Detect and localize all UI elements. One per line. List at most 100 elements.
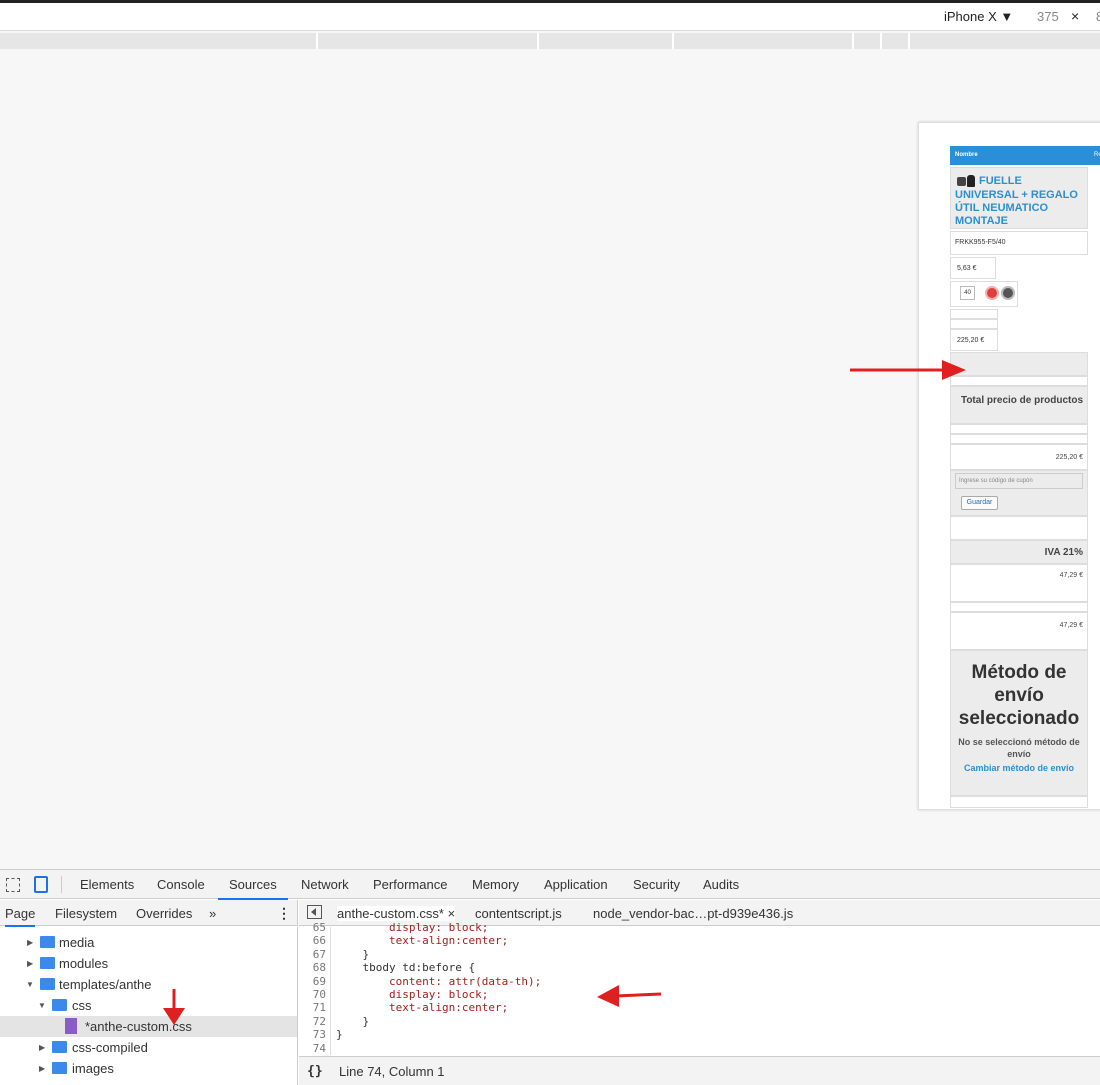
red-arrow-right-icon [850, 360, 966, 380]
quantity-input[interactable]: 40 [960, 286, 975, 300]
media-query-segment[interactable] [880, 33, 882, 49]
line-number: 67 [312, 947, 326, 961]
tax-value-cell: 47,29 € [950, 564, 1088, 602]
editor-tab-node-vendor[interactable]: node_vendor-bac…pt-d939e436.js [593, 906, 793, 921]
coupon-input[interactable]: Ingrese su código de cupón [955, 473, 1083, 489]
tab-sources[interactable]: Sources [218, 877, 288, 900]
close-tab-icon[interactable]: × [448, 906, 456, 921]
dimension-separator: × [1071, 8, 1080, 24]
line-number: 65 [312, 921, 326, 934]
empty-cell [950, 309, 998, 319]
media-query-segment[interactable] [908, 33, 910, 49]
folder-icon [52, 999, 67, 1011]
line-number: 70 [312, 987, 326, 1001]
code-line: text-align:center; [336, 934, 509, 948]
line-number: 71 [312, 1001, 326, 1015]
device-select[interactable]: iPhone X ▼ [944, 9, 1013, 24]
line-number-gutter: 65 66 67 68 69 70 71 72 73 74 [299, 921, 331, 1055]
editor-tab-contentscript[interactable]: contentscript.js [475, 906, 562, 921]
tree-item-modules[interactable]: ▶ modules [0, 953, 297, 974]
toggle-navigator-icon[interactable] [307, 905, 322, 919]
empty-cell [950, 434, 1088, 444]
line-number: 74 [312, 1041, 326, 1055]
device-width-input[interactable]: 375 [1037, 9, 1059, 24]
empty-cell [950, 424, 1088, 434]
more-tabs-button[interactable]: » [209, 906, 216, 921]
empty-cell [950, 319, 998, 329]
inspect-element-icon[interactable] [6, 878, 20, 892]
refresh-item-icon[interactable] [1001, 286, 1015, 300]
editor-tab-label: anthe-custom.css* [337, 906, 444, 921]
tab-elements[interactable]: Elements [80, 877, 134, 892]
empty-cell [950, 376, 1088, 386]
tree-item-label: modules [59, 956, 109, 971]
product-thumbnail[interactable] [955, 173, 979, 189]
total-label-cell: Total precio de productos [950, 386, 1088, 424]
tree-item-css-compiled[interactable]: ▶ css-compiled [0, 1037, 297, 1058]
nav-tab-filesystem[interactable]: Filesystem [55, 906, 117, 921]
folder-icon [40, 936, 55, 948]
device-toggle-icon[interactable] [34, 876, 48, 893]
unit-price: 5,63 € [950, 257, 996, 279]
tab-audits[interactable]: Audits [703, 877, 739, 892]
more-options-icon[interactable]: ⋮ [277, 905, 291, 922]
tab-memory[interactable]: Memory [472, 877, 519, 892]
code-editor[interactable]: 65 66 67 68 69 70 71 72 73 74 display: b… [299, 921, 1100, 1055]
code-line: } [336, 947, 370, 961]
code-line: display: block; [336, 921, 489, 934]
tab-performance[interactable]: Performance [373, 877, 447, 892]
tree-item-images[interactable]: ▶ images [0, 1058, 297, 1079]
pretty-print-button[interactable]: {} [307, 1064, 323, 1079]
tax-value-cell-2: 47,29 € [950, 612, 1088, 650]
expand-arrow-icon[interactable]: ▶ [27, 959, 33, 968]
expand-arrow-icon[interactable]: ▶ [27, 938, 33, 947]
grey-spacer [950, 352, 1088, 376]
total-value: 225,20 € [1055, 454, 1083, 461]
css-file-icon [65, 1018, 77, 1034]
shipping-none-text: No se seleccionó método de envío [958, 737, 1080, 759]
tab-network[interactable]: Network [301, 877, 349, 892]
red-arrow-down-icon [163, 989, 185, 1025]
device-height-input[interactable]: 8 [1096, 9, 1100, 24]
line-number: 66 [312, 934, 326, 948]
line-number: 72 [312, 1014, 326, 1028]
editor-tab-anthe-custom-css[interactable]: anthe-custom.css* × [337, 906, 456, 921]
code-line: } [336, 1014, 370, 1028]
devtools-tabbar: Elements Console Sources Network Perform… [0, 870, 1100, 900]
nav-tab-overrides[interactable]: Overrides [136, 906, 192, 921]
nav-tab-page[interactable]: Page [5, 906, 36, 927]
media-query-segment[interactable] [316, 33, 318, 49]
empty-cell [950, 796, 1088, 808]
tree-item-label: templates/anthe [59, 977, 152, 992]
expand-arrow-icon[interactable]: ▶ [39, 1064, 45, 1073]
tree-item-media[interactable]: ▶ media [0, 932, 297, 953]
collapse-arrow-icon[interactable]: ▼ [38, 1001, 46, 1010]
collapse-arrow-icon[interactable]: ▼ [26, 980, 34, 989]
shipping-title: Método de envío seleccionado [958, 662, 1080, 729]
tab-console[interactable]: Console [157, 877, 205, 892]
tree-item-css[interactable]: ▼ css [0, 995, 297, 1016]
toolbar-divider [61, 876, 62, 893]
tree-item-anthe-custom-css[interactable]: *anthe-custom.css [0, 1016, 297, 1037]
remove-item-icon[interactable] [985, 286, 999, 300]
save-coupon-button[interactable]: Guardar [961, 496, 998, 510]
device-viewport: Nombre Re FUELLE UNIVERSAL + REGALO ÚTIL… [0, 50, 1100, 868]
line-number: 68 [312, 961, 326, 975]
tree-item-templates-anthe[interactable]: ▼ templates/anthe [0, 974, 297, 995]
media-query-segment[interactable] [537, 33, 539, 49]
media-query-segment[interactable] [672, 33, 674, 49]
total-value-cell: 225,20 € [950, 444, 1088, 470]
line-total: 225,20 € [950, 329, 998, 351]
tab-application[interactable]: Application [544, 877, 608, 892]
table-header-next: Re [1090, 146, 1100, 165]
media-query-bar[interactable] [0, 33, 1100, 49]
change-shipping-link[interactable]: Cambiar método de envío [951, 762, 1087, 774]
line-number: 69 [312, 974, 326, 988]
shipping-section: Método de envío seleccionado No se selec… [950, 650, 1088, 796]
expand-arrow-icon[interactable]: ▶ [39, 1043, 45, 1052]
tab-security[interactable]: Security [633, 877, 680, 892]
tree-item-label: css [72, 998, 92, 1013]
empty-cell [950, 516, 1088, 540]
media-query-segment[interactable] [852, 33, 854, 49]
code-lines: display: block; text-align:center; } tbo… [336, 921, 541, 1055]
